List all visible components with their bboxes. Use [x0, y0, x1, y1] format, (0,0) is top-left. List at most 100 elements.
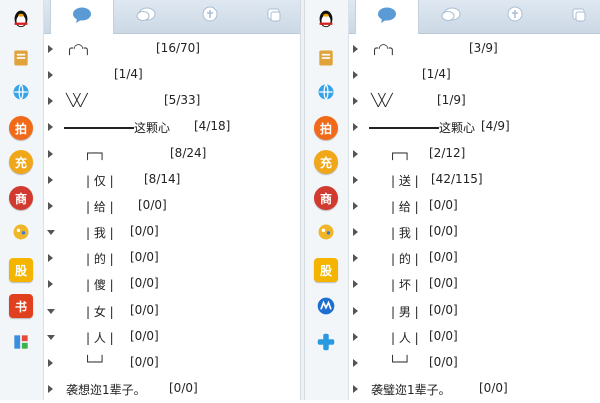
buddy-group-row[interactable]: └─┘ [0/0]: [349, 351, 600, 377]
tab-qzone[interactable]: [178, 0, 242, 34]
chat-bubble-icon: [376, 6, 398, 28]
tab-chat[interactable]: [355, 0, 419, 34]
expand-arrow-right-icon[interactable]: [353, 71, 358, 79]
tab-recent[interactable]: [547, 0, 600, 34]
tab-recent[interactable]: [242, 0, 306, 34]
mall-icon[interactable]: 商: [9, 186, 33, 210]
tab-group[interactable]: [114, 0, 178, 34]
buddy-group-row[interactable]: | 给 | [0/0]: [349, 194, 600, 220]
expand-arrow-right-icon[interactable]: [353, 45, 358, 53]
buddy-group-row[interactable]: ╲╳╱ [1/9]: [349, 89, 600, 115]
expand-arrow-right-icon[interactable]: [353, 202, 358, 210]
expand-arrow-right-icon[interactable]: [353, 385, 358, 393]
buddy-group-row[interactable]: ╭◠╮ [3/9]: [349, 37, 600, 63]
tools-icon[interactable]: [9, 330, 33, 354]
buddy-group-row[interactable]: | 坏 | [0/0]: [349, 272, 600, 298]
group-name: 这颗心: [134, 121, 171, 135]
expand-arrow-down-icon[interactable]: [47, 230, 55, 235]
buddy-group-row[interactable]: | 的 | [0/0]: [349, 246, 600, 272]
buddy-group-row[interactable]: | 傻 | [0/0]: [44, 272, 300, 298]
recharge-label: 充: [14, 155, 27, 170]
stock-icon[interactable]: 股: [9, 258, 33, 282]
buddy-group-row[interactable]: | 的 | [0/0]: [44, 246, 300, 272]
expand-arrow-down-icon[interactable]: [47, 309, 55, 314]
group-online-count: [0/0]: [130, 303, 159, 317]
buddy-group-row[interactable]: 袭璧迩1辈子。 [0/0]: [349, 377, 600, 403]
buddy-group-row[interactable]: | 人 | [0/0]: [44, 325, 300, 351]
expand-arrow-right-icon[interactable]: [48, 150, 53, 158]
browser-icon[interactable]: [9, 80, 33, 104]
tab-bar: [349, 0, 600, 34]
buddy-group-row[interactable]: [1/4]: [349, 63, 600, 89]
buddy-group-row[interactable]: | 仅 | [8/14]: [44, 168, 300, 194]
expand-arrow-right-icon[interactable]: [353, 254, 358, 262]
group-name: | 我 |: [86, 226, 114, 240]
group-name: | 给 |: [86, 200, 114, 214]
buddy-group-row[interactable]: [1/4]: [44, 63, 300, 89]
buddy-group-row[interactable]: | 我 | [0/0]: [349, 220, 600, 246]
group-name: ╭◠╮: [66, 41, 91, 55]
buddy-group-row[interactable]: 袭想迩1辈子。 [0/0]: [44, 377, 300, 403]
buddy-group-row[interactable]: └─┘ [0/0]: [44, 351, 300, 377]
plus-icon[interactable]: [314, 330, 338, 354]
expand-arrow-right-icon[interactable]: [48, 176, 53, 184]
expand-arrow-right-icon[interactable]: [48, 359, 53, 367]
group-name: | 人 |: [391, 331, 419, 345]
expand-arrow-right-icon[interactable]: [353, 150, 358, 158]
expand-arrow-right-icon[interactable]: [48, 385, 53, 393]
group-online-count: [0/0]: [429, 250, 458, 264]
buddy-group-row[interactable]: ╭◠╮ [16/70]: [44, 37, 300, 63]
qq-penguin-icon[interactable]: [314, 6, 338, 30]
buddy-group-row[interactable]: | 男 | [0/0]: [349, 299, 600, 325]
expand-arrow-right-icon[interactable]: [48, 280, 53, 288]
expand-arrow-right-icon[interactable]: [353, 228, 358, 236]
browser-icon[interactable]: [314, 80, 338, 104]
expand-arrow-right-icon[interactable]: [353, 307, 358, 315]
expand-arrow-right-icon[interactable]: [353, 176, 358, 184]
game-icon[interactable]: [9, 220, 33, 244]
expand-arrow-right-icon[interactable]: [48, 97, 53, 105]
left-qq-panel: 拍充商股书 ╭◠╮ [16/70] [1/4] ╲╳╱ [5/33] 这颗心 [4/18] ┌─…: [0, 0, 300, 400]
group-online-count: [42/115]: [431, 172, 483, 186]
tab-chat[interactable]: [50, 0, 114, 34]
buddy-group-row[interactable]: | 送 | [42/115]: [349, 168, 600, 194]
group-name: | 的 |: [391, 252, 419, 266]
expand-arrow-right-icon[interactable]: [48, 71, 53, 79]
buddy-group-row[interactable]: ┌─┐ [2/12]: [349, 142, 600, 168]
tab-group[interactable]: [419, 0, 483, 34]
expand-arrow-right-icon[interactable]: [48, 254, 53, 262]
notebook-icon[interactable]: [9, 46, 33, 70]
buddy-group-row[interactable]: 这颗心 [4/9]: [349, 115, 600, 141]
buddy-group-row[interactable]: ╲╳╱ [5/33]: [44, 89, 300, 115]
book-icon[interactable]: 书: [9, 294, 33, 318]
expand-arrow-down-icon[interactable]: [47, 335, 55, 340]
buddy-group-row[interactable]: | 女 | [0/0]: [44, 299, 300, 325]
mall-label: 商: [14, 191, 27, 206]
expand-arrow-right-icon[interactable]: [48, 123, 53, 131]
buddy-group-row[interactable]: | 给 | [0/0]: [44, 194, 300, 220]
buddy-group-row[interactable]: | 人 | [0/0]: [349, 325, 600, 351]
recharge-icon[interactable]: 充: [9, 150, 33, 174]
recharge-icon[interactable]: 充: [314, 150, 338, 174]
expand-arrow-right-icon[interactable]: [48, 202, 53, 210]
mall-icon[interactable]: 商: [314, 186, 338, 210]
notebook-icon[interactable]: [314, 46, 338, 70]
expand-arrow-right-icon[interactable]: [353, 333, 358, 341]
group-name: └─┘: [84, 355, 106, 369]
auction-icon[interactable]: 拍: [314, 116, 338, 140]
buddy-group-row[interactable]: | 我 | [0/0]: [44, 220, 300, 246]
game-icon[interactable]: [314, 220, 338, 244]
stock-icon[interactable]: 股: [314, 258, 338, 282]
qq-penguin-icon[interactable]: [9, 6, 33, 30]
tab-qzone[interactable]: [483, 0, 547, 34]
expand-arrow-right-icon[interactable]: [353, 97, 358, 105]
buddy-group-row[interactable]: 这颗心 [4/18]: [44, 115, 300, 141]
expand-arrow-right-icon[interactable]: [353, 123, 358, 131]
auction-icon[interactable]: 拍: [9, 116, 33, 140]
expand-arrow-right-icon[interactable]: [353, 359, 358, 367]
maps-icon[interactable]: [314, 294, 338, 318]
expand-arrow-right-icon[interactable]: [353, 280, 358, 288]
expand-arrow-right-icon[interactable]: [48, 45, 53, 53]
divider-line-decoration: [369, 127, 439, 129]
buddy-group-row[interactable]: ┌─┐ [8/24]: [44, 142, 300, 168]
